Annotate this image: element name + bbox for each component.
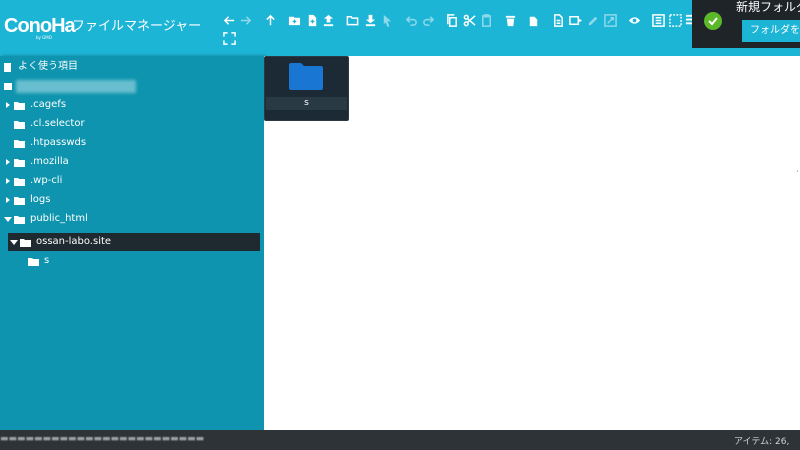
file-tile-label: s xyxy=(266,97,347,110)
tree-item-label: .cagefs xyxy=(30,99,67,110)
tree-item-label: ossan-labo.site xyxy=(36,236,112,247)
folder-icon xyxy=(14,177,25,186)
paste-icon[interactable] xyxy=(479,13,493,27)
favorites-item[interactable]: よく使う項目 xyxy=(4,58,78,76)
extract-icon[interactable] xyxy=(568,13,582,27)
computer-icon xyxy=(4,82,12,90)
tree-item-label: public_html xyxy=(30,213,88,224)
copy-icon[interactable] xyxy=(445,13,459,27)
status-bar: ▬▬▬▬▬▬▬▬▬▬▬▬▬▬▬▬▬▬▬▬▬▬▬▬ アイテム: 26, xyxy=(0,430,800,450)
preview-icon[interactable] xyxy=(627,13,641,27)
folder-open-icon xyxy=(14,215,25,224)
caret-right-icon[interactable] xyxy=(4,177,12,185)
back-arrow-icon[interactable] xyxy=(222,13,236,27)
folder-icon xyxy=(14,101,25,110)
divider-mark: · xyxy=(796,167,799,176)
sidebar-tree: よく使う項目 .cagefs .cl.selector .htpasswds .… xyxy=(0,56,264,430)
fullscreen-icon[interactable] xyxy=(222,31,236,45)
tree-item-htpasswds[interactable]: .htpasswds xyxy=(4,134,86,152)
upload-icon[interactable] xyxy=(321,13,335,27)
tree-item-public-html[interactable]: public_html xyxy=(4,210,88,228)
duplicate-icon[interactable] xyxy=(526,13,540,27)
tree-item-logs[interactable]: logs xyxy=(4,191,50,209)
tree-item-label: .htpasswds xyxy=(30,137,87,148)
edit-icon[interactable] xyxy=(586,13,600,27)
caret-right-icon[interactable] xyxy=(4,101,12,109)
caret-right-icon[interactable] xyxy=(4,196,12,204)
folder-open-icon xyxy=(20,238,31,247)
tree-item-ossan-labo-site[interactable]: ossan-labo.site xyxy=(10,233,111,251)
delete-icon[interactable] xyxy=(503,13,517,27)
tree-item-cl-selector[interactable]: .cl.selector xyxy=(4,115,85,133)
file-manager-window: ConoHa by GMO ファイルマネージャー 新規フォル フォルダを よく使… xyxy=(0,0,800,450)
folder-icon xyxy=(28,257,39,266)
folder-icon xyxy=(14,158,25,167)
cut-icon[interactable] xyxy=(462,13,476,27)
select-all-icon[interactable] xyxy=(668,13,682,27)
resize-icon[interactable] xyxy=(603,13,617,27)
folder-icon xyxy=(289,63,323,90)
app-title: ファイルマネージャー xyxy=(72,19,202,34)
tree-item-label: s xyxy=(44,255,50,266)
caret-right-icon[interactable] xyxy=(4,158,12,166)
new-folder-icon[interactable] xyxy=(287,13,301,27)
tree-item-cagefs[interactable]: .cagefs xyxy=(4,96,66,114)
notification-title: 新規フォルダ xyxy=(736,0,800,14)
rename-icon[interactable] xyxy=(551,13,565,27)
caret-down-icon[interactable] xyxy=(4,215,12,223)
tree-item-label: .mozilla xyxy=(30,156,69,167)
user-root-item[interactable] xyxy=(4,77,12,95)
select-pointer-icon[interactable] xyxy=(380,13,394,27)
tree-item-label: .cl.selector xyxy=(30,118,85,129)
folder-icon xyxy=(14,139,25,148)
folder-icon xyxy=(14,196,25,205)
tree-item-mozilla[interactable]: .mozilla xyxy=(4,153,69,171)
new-file-icon[interactable] xyxy=(305,13,319,27)
item-count: アイテム: 26, xyxy=(734,437,790,447)
status-path-redacted: ▬▬▬▬▬▬▬▬▬▬▬▬▬▬▬▬▬▬▬▬▬▬▬▬ xyxy=(0,434,205,444)
check-icon xyxy=(704,12,722,30)
grid-view-icon[interactable] xyxy=(651,13,665,27)
forward-arrow-icon[interactable] xyxy=(238,13,252,27)
tree-item-label: logs xyxy=(30,194,51,205)
download-icon[interactable] xyxy=(363,13,377,27)
tree-item-s[interactable]: s xyxy=(28,252,49,270)
bookmark-icon xyxy=(4,62,11,72)
caret-down-icon[interactable] xyxy=(10,238,18,246)
up-arrow-icon[interactable] xyxy=(263,13,277,27)
tree-item-wp-cli[interactable]: .wp-cli xyxy=(4,172,62,190)
favorites-label: よく使う項目 xyxy=(18,61,78,72)
folder-icon xyxy=(14,120,25,129)
open-folder-icon[interactable] xyxy=(345,13,359,27)
undo-icon[interactable] xyxy=(404,13,418,27)
logo-subtitle: by GMO xyxy=(36,35,52,40)
header-bar: ConoHa by GMO ファイルマネージャー xyxy=(0,0,800,56)
notification-folder-button[interactable]: フォルダを xyxy=(742,20,800,42)
redo-icon[interactable] xyxy=(421,13,435,27)
user-root-label-redacted xyxy=(16,80,136,93)
tree-item-label: .wp-cli xyxy=(30,175,63,186)
